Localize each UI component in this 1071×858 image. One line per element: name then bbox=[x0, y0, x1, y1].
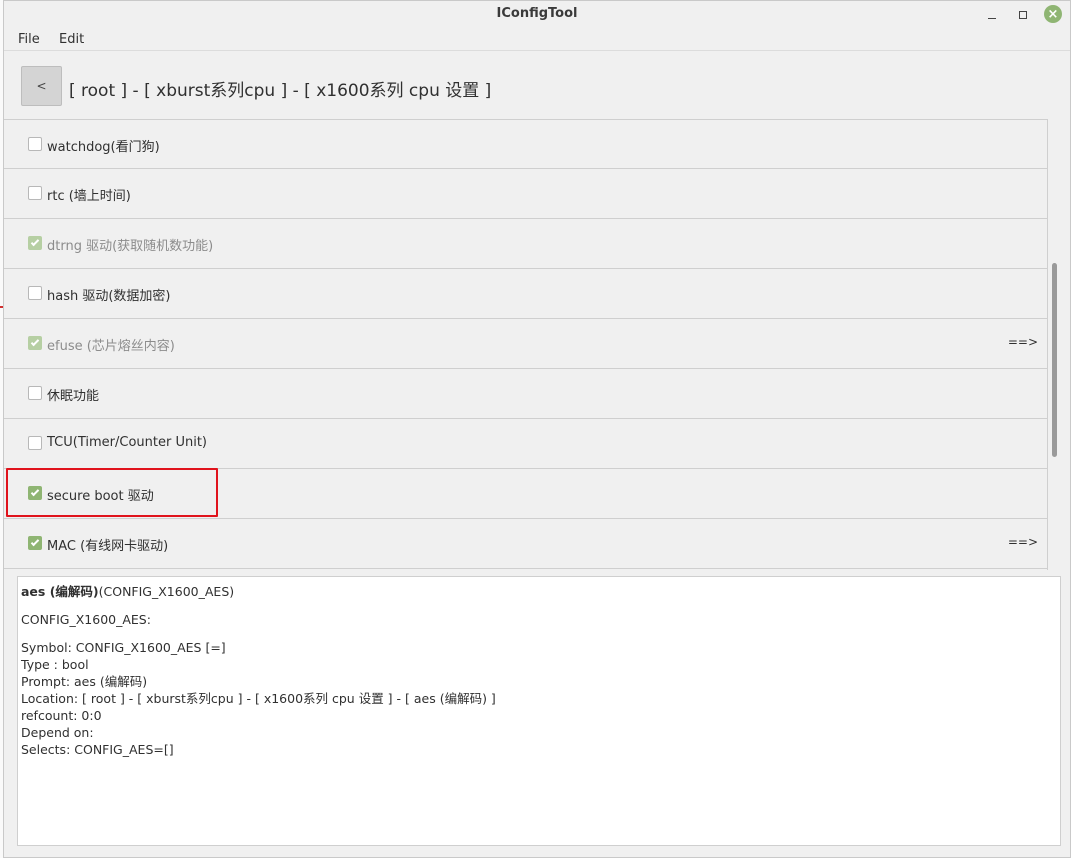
option-label: dtrng 驱动(获取随机数功能) bbox=[47, 239, 214, 254]
option-checkbox[interactable] bbox=[28, 286, 42, 300]
option-row[interactable]: efuse (芯片熔丝内容) ==> bbox=[4, 319, 1047, 369]
option-row[interactable]: rtc (墙上时间) bbox=[4, 169, 1047, 219]
navigation-header: < [ root ] - [ xburst系列cpu ] - [ x1600系列… bbox=[4, 51, 1070, 119]
submenu-arrow[interactable]: ==> bbox=[1008, 335, 1038, 349]
info-panel: aes (编解码)(CONFIG_X1600_AES) CONFIG_X1600… bbox=[17, 576, 1061, 846]
option-checkbox[interactable] bbox=[28, 186, 42, 200]
maximize-icon bbox=[1019, 11, 1027, 19]
option-checkbox[interactable] bbox=[28, 386, 42, 400]
info-location: Location: [ root ] - [ xburst系列cpu ] - [… bbox=[21, 691, 496, 706]
info-heading-bold: aes (编解码) bbox=[21, 584, 99, 599]
option-row[interactable]: secure boot 驱动 bbox=[4, 469, 1047, 519]
info-prompt: Prompt: aes (编解码) bbox=[21, 674, 148, 689]
menu-edit[interactable]: Edit bbox=[59, 32, 84, 47]
minimize-button[interactable] bbox=[982, 5, 1002, 25]
option-label: TCU(Timer/Counter Unit) bbox=[47, 435, 207, 450]
option-list: watchdog(看门狗) rtc (墙上时间) dtrng 驱动(获取随机数功能)… bbox=[4, 119, 1048, 570]
option-checkbox[interactable] bbox=[28, 536, 42, 550]
option-label: secure boot 驱动 bbox=[47, 489, 154, 504]
menu-bar: File Edit bbox=[4, 29, 1070, 51]
title-bar[interactable]: IConfigTool × bbox=[4, 1, 1070, 29]
option-row[interactable]: 休眠功能 bbox=[4, 369, 1047, 419]
option-checkbox bbox=[28, 236, 42, 250]
checkmark-icon bbox=[30, 537, 40, 547]
breadcrumb: [ root ] - [ xburst系列cpu ] - [ x1600系列 c… bbox=[69, 81, 492, 101]
option-row[interactable]: watchdog(看门狗) bbox=[4, 119, 1047, 169]
option-checkbox[interactable] bbox=[28, 486, 42, 500]
close-icon: × bbox=[1047, 6, 1059, 22]
option-row[interactable]: TCU(Timer/Counter Unit) bbox=[4, 419, 1047, 469]
option-checkbox[interactable] bbox=[28, 137, 42, 151]
option-checkbox[interactable] bbox=[28, 436, 42, 450]
minimize-icon bbox=[988, 17, 996, 19]
option-label: MAC (有线网卡驱动) bbox=[47, 539, 169, 554]
checkmark-icon bbox=[30, 337, 40, 347]
option-label: rtc (墙上时间) bbox=[47, 189, 131, 204]
scrollbar-thumb[interactable] bbox=[1052, 263, 1057, 457]
option-checkbox bbox=[28, 336, 42, 350]
option-label: watchdog(看门狗) bbox=[47, 140, 160, 155]
option-row[interactable]: dtrng 驱动(获取随机数功能) bbox=[4, 219, 1047, 269]
option-label: hash 驱动(数据加密) bbox=[47, 289, 171, 304]
option-label: 休眠功能 bbox=[47, 389, 100, 404]
checkmark-icon bbox=[30, 487, 40, 497]
option-row[interactable]: MAC (有线网卡驱动) ==> bbox=[4, 519, 1047, 569]
info-type: Type : bool bbox=[21, 657, 89, 672]
info-refcount: refcount: 0:0 bbox=[21, 708, 102, 723]
close-button[interactable]: × bbox=[1044, 5, 1062, 23]
submenu-arrow[interactable]: ==> bbox=[1008, 535, 1038, 549]
maximize-button[interactable] bbox=[1013, 5, 1033, 25]
option-row[interactable]: hash 驱动(数据加密) bbox=[4, 269, 1047, 319]
info-heading: aes (编解码)(CONFIG_X1600_AES) bbox=[21, 583, 1057, 600]
info-selects: Selects: CONFIG_AES=[] bbox=[21, 742, 174, 757]
info-symbol: Symbol: CONFIG_X1600_AES [=] bbox=[21, 640, 226, 655]
info-config-name: CONFIG_X1600_AES: bbox=[21, 612, 151, 627]
list-scrollbar[interactable] bbox=[1050, 119, 1060, 570]
checkmark-icon bbox=[30, 237, 40, 247]
option-label: efuse (芯片熔丝内容) bbox=[47, 339, 175, 354]
menu-file[interactable]: File bbox=[18, 32, 40, 47]
info-heading-config: (CONFIG_X1600_AES) bbox=[98, 584, 235, 599]
back-button[interactable]: < bbox=[21, 66, 62, 106]
iconfigtool-window: IConfigTool × File Edit < [ root ] - [ x… bbox=[3, 0, 1071, 858]
window-title: IConfigTool bbox=[496, 6, 578, 21]
info-depend: Depend on: bbox=[21, 725, 94, 740]
